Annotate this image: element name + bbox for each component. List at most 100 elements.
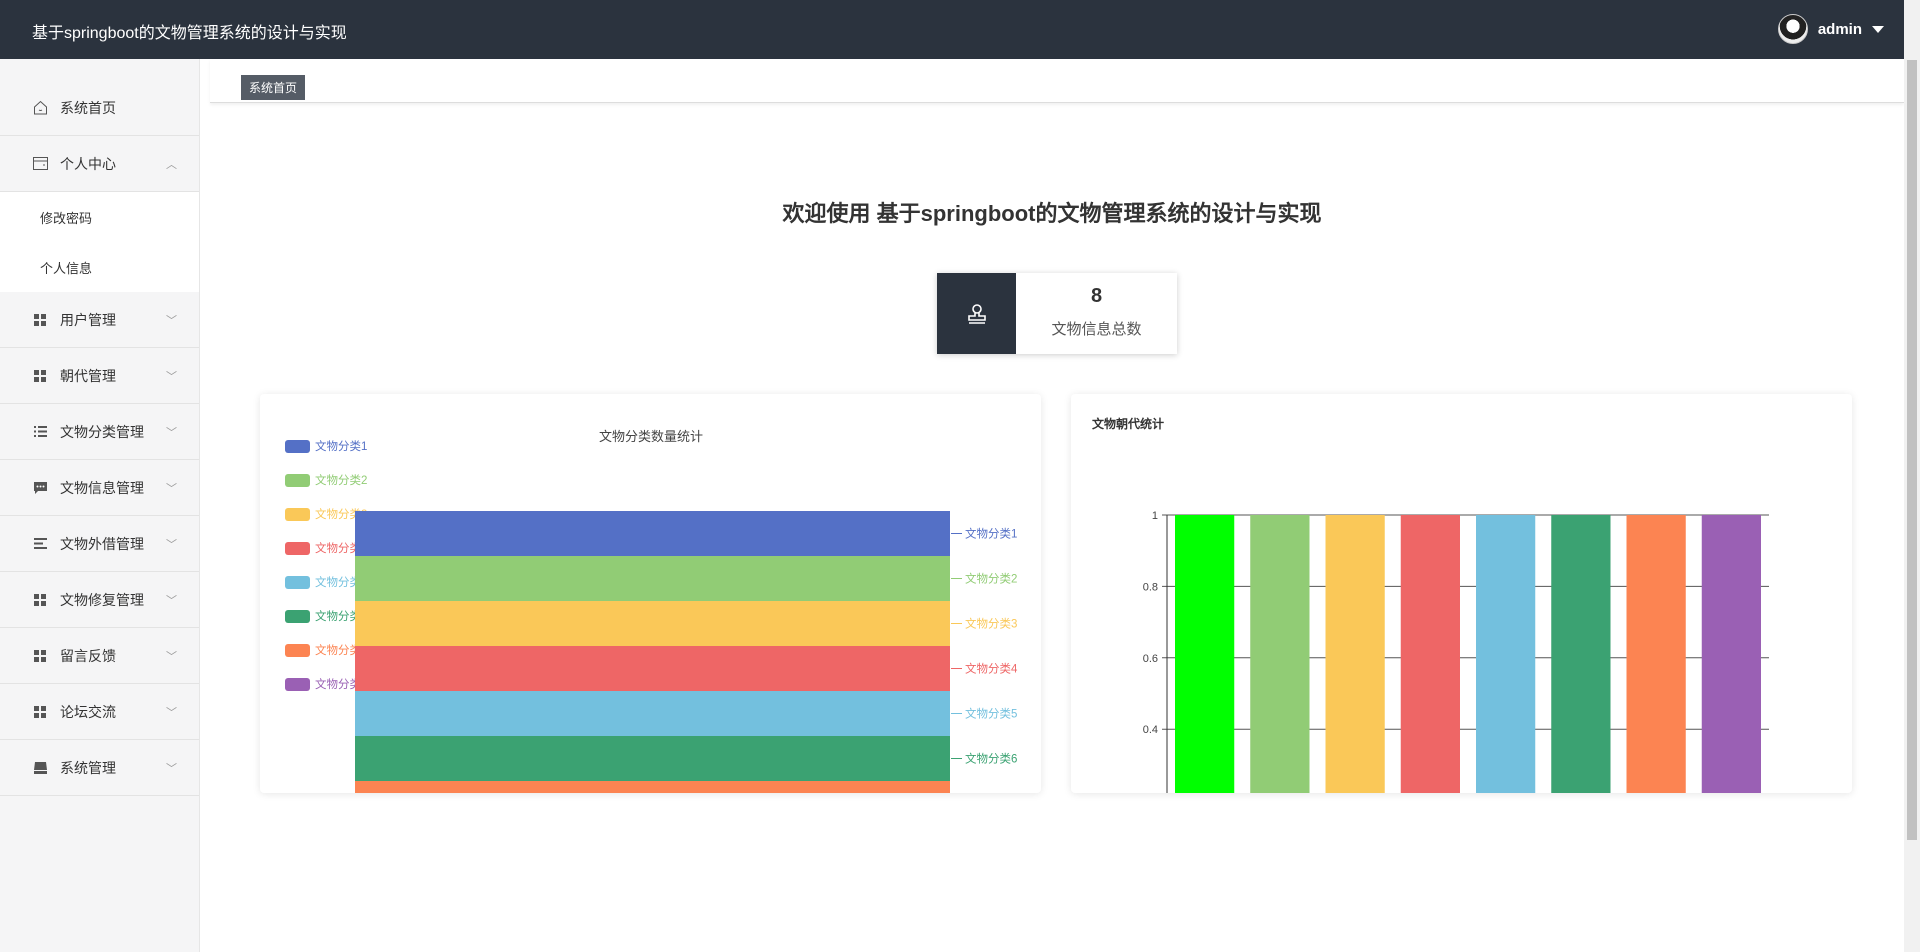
breadcrumb-tag-home[interactable]: 系统首页 [241, 75, 306, 100]
funnel-segment [355, 511, 950, 556]
bar [1325, 515, 1385, 872]
home-icon [32, 100, 48, 116]
grid-icon [32, 648, 48, 664]
bar-chart: 文物朝代统计00.20.40.60.81朝代1朝代2朝代3朝代4朝代5朝代6朝代… [1092, 416, 1770, 906]
sidebar-item-personal[interactable]: 个人中心 ︿ [0, 136, 199, 192]
stamp-icon [937, 273, 1016, 354]
funnel-label: 文物分类4 [965, 661, 1018, 675]
grid-icon [32, 368, 48, 384]
app-title: 基于springboot的文物管理系统的设计与实现 [32, 25, 347, 42]
chart-title: 文物朝代统计 [1092, 416, 1164, 431]
user-menu[interactable]: admin [1777, 14, 1884, 44]
bar [1400, 515, 1460, 872]
sidebar-item-8[interactable]: 系统管理 ﹀ [0, 740, 199, 796]
stat-label: 文物信息总数 [1051, 321, 1142, 338]
chevron-down-icon: ﹀ [166, 370, 177, 383]
funnel-chart: 文物分类数量统计文物分类1 文物分类2 文物分类3 文物分类4 文物分类5 文物分类6 文物… [285, 429, 1018, 871]
grid-icon [32, 592, 48, 608]
sidebar-item-1[interactable]: 朝代管理 ﹀ [0, 348, 199, 404]
bar-chart-card: 文物朝代统计00.20.40.60.81朝代1朝代2朝代3朝代4朝代5朝代6朝代… [1071, 394, 1852, 906]
bar [1476, 515, 1536, 872]
legend-label: 文物分类2 [315, 473, 367, 487]
chevron-down-icon: ﹀ [166, 762, 177, 775]
y-tick-label: 0.8 [1143, 581, 1158, 593]
page-title: 欢迎使用 基于springboot的文物管理系统的设计与实现 [782, 201, 1322, 226]
bar [1175, 515, 1235, 872]
funnel-segment [355, 645, 950, 691]
chevron-down-icon: ﹀ [166, 650, 177, 663]
sidebar-item-label: 用户管理 [60, 311, 116, 328]
sidebar-item-change-password[interactable]: 修改密码 [0, 192, 199, 242]
sidebar-item-2[interactable]: 文物分类管理 ﹀ [0, 404, 199, 460]
sidebar-item-label: 朝代管理 [60, 367, 116, 384]
grid-icon [32, 704, 48, 720]
funnel-label: 文物分类2 [965, 571, 1017, 585]
monitor-icon [32, 760, 48, 776]
y-tick-label: 0.6 [1143, 653, 1158, 665]
username[interactable]: admin [1818, 21, 1862, 38]
legend-swatch [285, 678, 310, 691]
funnel-label: 文物分类1 [965, 526, 1017, 540]
chevron-down-icon: ﹀ [166, 538, 177, 551]
sidebar-item-label: 文物外借管理 [60, 535, 144, 552]
funnel-label: 文物分类6 [965, 751, 1017, 765]
bar [1626, 515, 1686, 872]
sidebar-item-label: 文物信息管理 [60, 479, 144, 496]
funnel-segment [355, 600, 950, 646]
stat-card: 8 文物信息总数 [937, 273, 1177, 354]
scrollbar-thumb[interactable] [1907, 60, 1917, 840]
chevron-down-icon: ﹀ [166, 594, 177, 607]
lines-icon [32, 536, 48, 552]
avatar[interactable] [1777, 14, 1808, 44]
sidebar-item-4[interactable]: 文物外借管理 ﹀ [0, 516, 199, 572]
funnel-label: 文物分类3 [965, 616, 1017, 630]
legend-swatch [285, 440, 310, 453]
legend-label: 文物分类1 [315, 439, 367, 453]
legend-swatch [285, 644, 310, 657]
legend-swatch [285, 508, 310, 521]
y-tick-label: 1 [1152, 510, 1158, 522]
personal-submenu: 修改密码 个人信息 [0, 192, 199, 292]
funnel-segment [355, 735, 950, 781]
scrollbar[interactable] [1904, 0, 1920, 952]
funnel-segment [355, 780, 950, 826]
sidebar-item-label: 文物修复管理 [60, 591, 144, 608]
stat-value: 8 [1090, 285, 1103, 307]
funnel-segment [355, 690, 950, 736]
sidebar-item-3[interactable]: 文物信息管理 ﹀ [0, 460, 199, 516]
chevron-up-icon: ︿ [166, 158, 177, 171]
chevron-down-icon: ﹀ [166, 314, 177, 327]
sidebar-item-0[interactable]: 用户管理 ﹀ [0, 292, 199, 348]
wallet-icon [32, 156, 48, 172]
sidebar-item-5[interactable]: 文物修复管理 ﹀ [0, 572, 199, 628]
sidebar-item-7[interactable]: 论坛交流 ﹀ [0, 684, 199, 740]
top-header: 基于springboot的文物管理系统的设计与实现 admin [0, 0, 1904, 59]
legend-swatch [285, 542, 310, 555]
sidebar-item-label: 系统管理 [60, 759, 116, 776]
bar [1701, 515, 1761, 872]
sidebar-item-home[interactable]: 系统首页 [0, 80, 199, 136]
sidebar: 系统首页 个人中心 ︿ 修改密码 个人信息 用户管理 ﹀ 朝代管理 ﹀ 文物分类管理 ﹀ 文… [0, 59, 200, 952]
message-icon [32, 480, 48, 496]
sidebar-item-label: 留言反馈 [60, 647, 116, 664]
grid-icon [32, 312, 48, 328]
sidebar-item-profile[interactable]: 个人信息 [0, 242, 199, 292]
bar [1250, 515, 1310, 872]
funnel-chart-card: 文物分类数量统计文物分类1 文物分类2 文物分类3 文物分类4 文物分类5 文物分类6 文物… [260, 394, 1041, 871]
legend-swatch [285, 474, 310, 487]
breadcrumb-bar: 系统首页 [210, 59, 1904, 103]
chevron-down-icon: ﹀ [166, 426, 177, 439]
legend-swatch [285, 576, 310, 589]
chart-title: 文物分类数量统计 [599, 429, 703, 444]
chevron-down-icon: ﹀ [166, 706, 177, 719]
caret-down-icon[interactable] [1872, 25, 1884, 33]
sidebar-item-label: 论坛交流 [60, 703, 116, 720]
legend-swatch [285, 610, 310, 623]
chevron-down-icon: ﹀ [166, 482, 177, 495]
sidebar-item-label: 文物分类管理 [60, 423, 144, 440]
y-tick-label: 0.4 [1143, 724, 1158, 736]
sidebar-item-6[interactable]: 留言反馈 ﹀ [0, 628, 199, 684]
funnel-label: 文物分类5 [965, 706, 1017, 720]
sidebar-item-label: 个人中心 [60, 155, 116, 172]
sidebar-item-label: 系统首页 [60, 99, 116, 116]
